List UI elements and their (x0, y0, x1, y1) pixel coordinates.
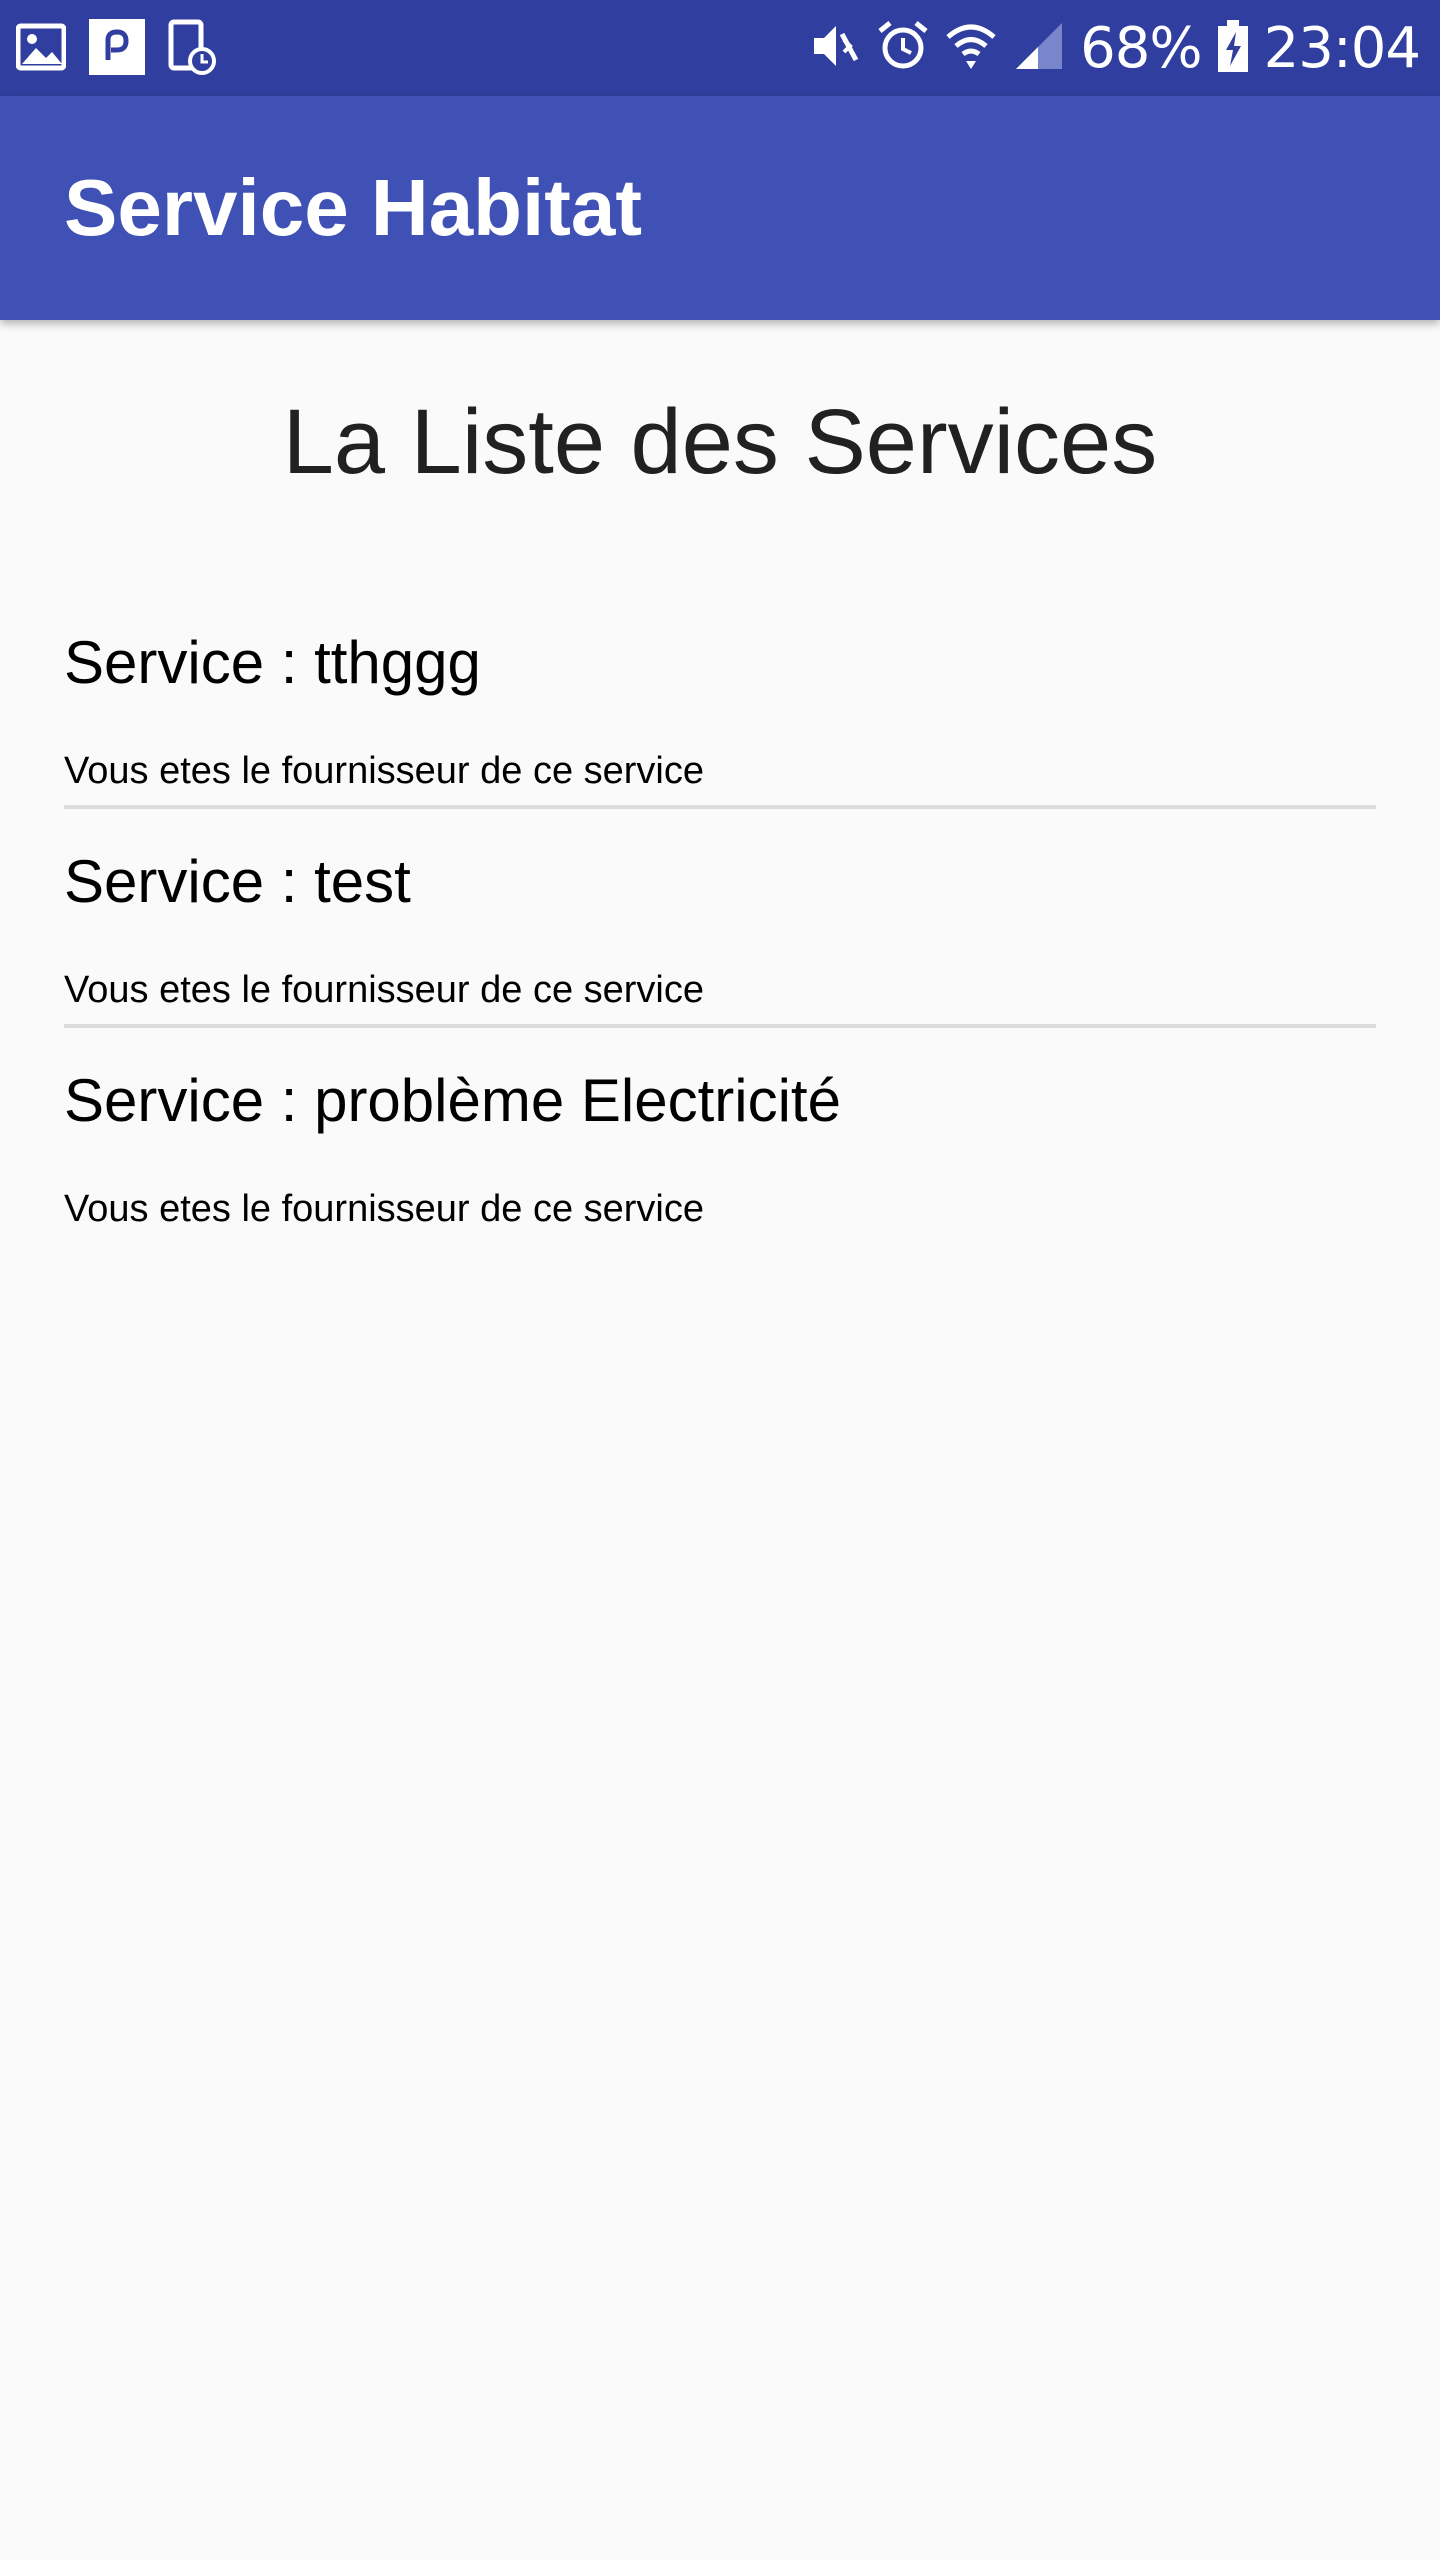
clock: 23:04 (1263, 15, 1421, 81)
vibrate-mute-icon (806, 18, 862, 79)
screen-time-icon (168, 19, 216, 80)
battery-percent: 68% (1080, 15, 1202, 81)
gallery-notification-icon (15, 22, 67, 77)
service-list-item[interactable]: Service : problème Electricité Vous etes… (64, 1028, 1376, 1247)
service-list-item[interactable]: Service : test Vous etes le fournisseur … (64, 809, 1376, 1028)
service-subtitle: Vous etes le fournisseur de ce service (64, 750, 705, 792)
app-bar: Service Habitat (0, 96, 1440, 320)
pocket-app-icon (88, 18, 146, 81)
signal-icon (1012, 19, 1066, 78)
battery-charging-icon (1216, 18, 1250, 79)
wifi-icon (944, 19, 998, 78)
service-subtitle: Vous etes le fournisseur de ce service (64, 969, 705, 1011)
service-list: Service : tthggg Vous etes le fournisseu… (64, 590, 1376, 1247)
app-title: Service Habitat (64, 163, 643, 252)
service-title: Service : test (64, 848, 411, 915)
service-list-item[interactable]: Service : tthggg Vous etes le fournisseu… (64, 590, 1376, 809)
notification-icons (15, 18, 216, 81)
page-title: La Liste des Services (282, 391, 1158, 493)
alarm-icon (876, 19, 930, 78)
system-status: 68% 23:04 (806, 0, 1421, 96)
service-subtitle: Vous etes le fournisseur de ce service (64, 1188, 705, 1230)
service-title: Service : problème Electricité (64, 1067, 841, 1134)
service-title: Service : tthggg (64, 629, 481, 696)
status-bar: 68% 23:04 (0, 0, 1440, 96)
